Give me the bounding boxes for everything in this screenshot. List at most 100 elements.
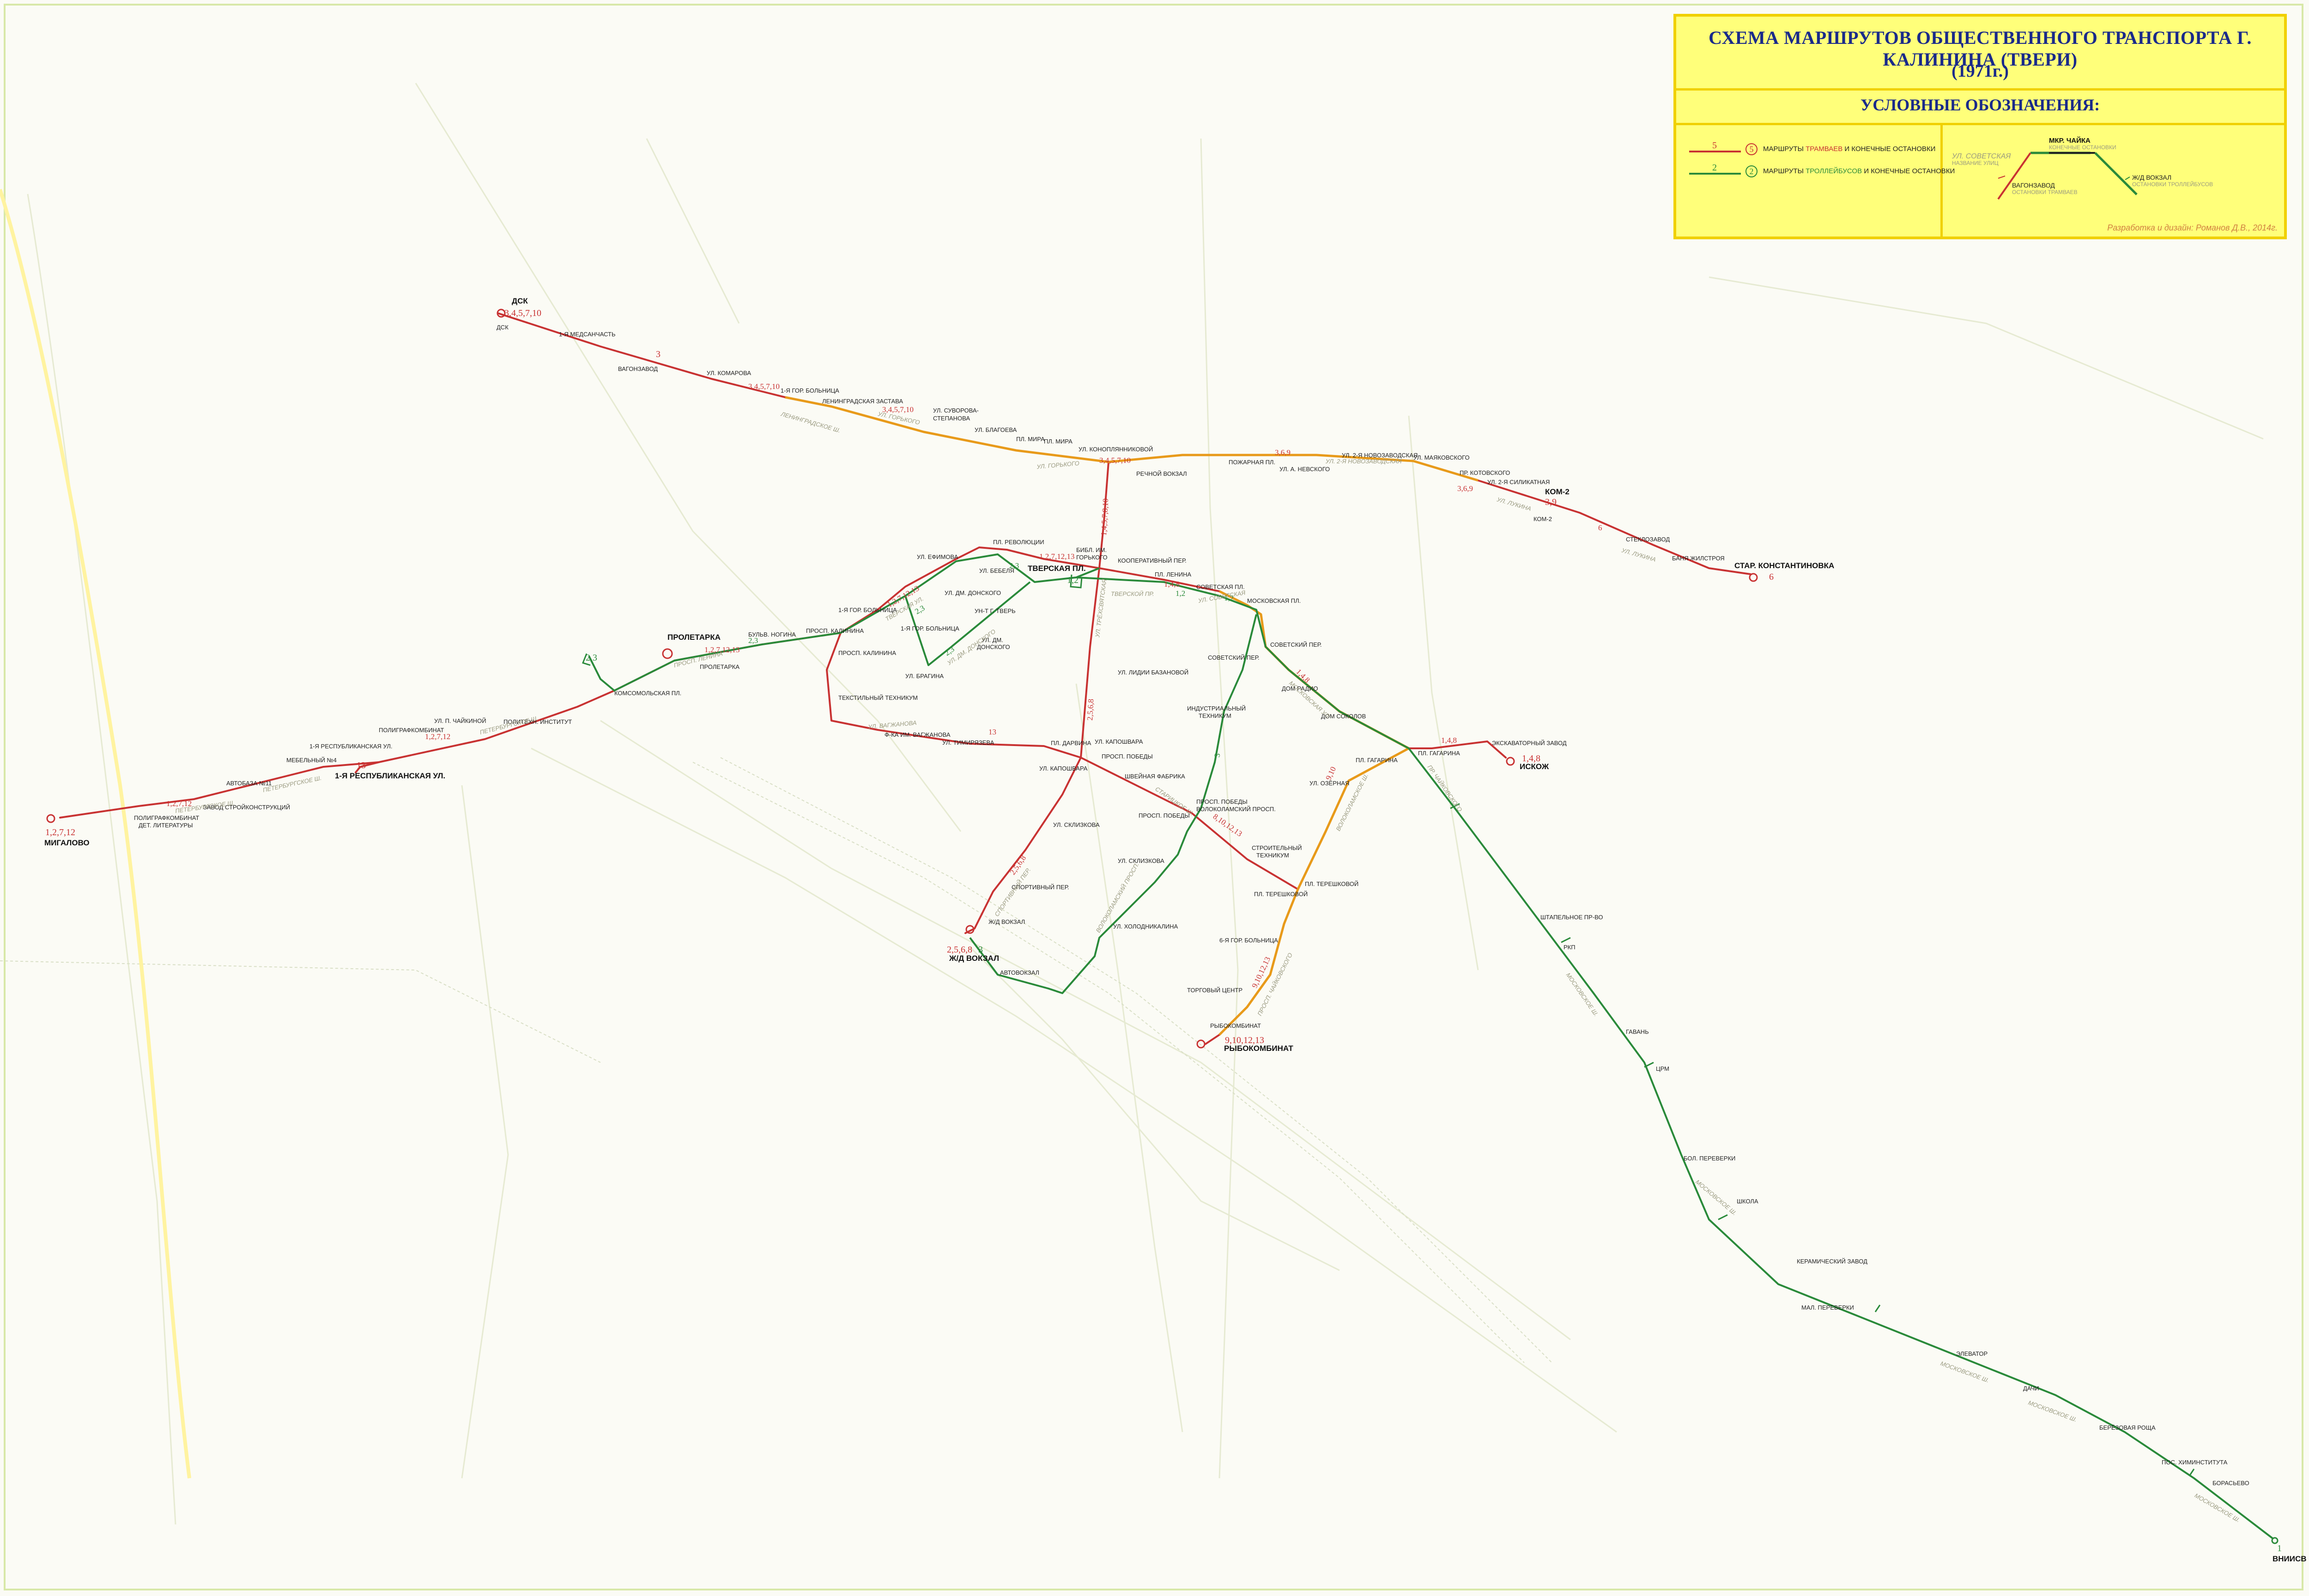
stop-label: ДОНСКОГО [977,643,1010,650]
example-trolley-line [2094,152,2138,195]
stop-label: ТЕКСТИЛЬНЫЙ ТЕХНИКУМ [838,694,918,701]
background-streets [27,83,2264,1525]
stop-labels: 1-Я МЕДСАНЧАСТЬ ВАГОНЗАВОД УЛ. КОМАРОВА … [134,331,2249,1487]
stop-label: УЛ. СКЛИЗКОВА [1053,821,1100,828]
terminal-label: КОМ-2 [1545,487,1570,496]
stop-label: ВОЛОКОЛАМСКИЙ ПРОСП. [1196,806,1276,813]
trolley-route-number: 2 [1712,163,1717,173]
route-label: 1,4,5,7,8,10 [1099,498,1110,536]
stop-label: УЛ. ТИМИРЯЗЕВА [942,739,994,746]
terminal-routes: 3,9 [1545,497,1557,507]
stop-label: УЛ. П. ЧАЙКИНОЙ [434,717,486,724]
route-label: 9,10 [1324,765,1338,782]
stop-label: ШТАПЕЛЬНОЕ ПР-ВО [1540,914,1603,921]
street-label: УЛ. ГОРЬКОГО [1036,460,1079,470]
stop-label: МАЛ. ПЕРЕВЕРКИ [1801,1304,1854,1311]
trolley-lines [588,553,2273,1539]
street-label: УЛ. ВАГЖАНОВА [867,719,917,730]
route-label: 3 [1212,752,1222,758]
terminal-routes: 6 [1769,572,1774,582]
stop-label: СОВЕТСКИЙ ПЕР. [1270,641,1322,648]
stop-label: ПРОСП. ПОБЕДЫ [1102,753,1153,760]
street-label: УЛ. ЛУКИНА [1496,496,1532,512]
transit-map: 1-Я МЕДСАНЧАСТЬ ВАГОНЗАВОД УЛ. КОМАРОВА … [0,83,2307,1563]
street-label: ЛЕНИНГРАДСКОЕ Ш. [780,410,841,434]
legend-text: МАРШРУТЫ [1763,145,1806,153]
stop-label: УЛ. БЛАГОЕВА [975,426,1017,433]
stop-ticks [1450,803,2195,1476]
stop-label: 1-Я МЕДСАНЧАСТЬ [559,331,616,338]
stop-label: КЕРАМИЧЕСКИЙ ЗАВОД [1797,1258,1867,1265]
stop-label: УЛ. СКЛИЗКОВА [1118,857,1164,864]
stop-label: ПЛ. ТЕРЕШКОВОЙ [1254,891,1308,898]
route-label: 2,3 [748,636,758,645]
terminal-routes: 2,5,6,8 [947,945,972,955]
terminal-label: ВНИИСВ [2273,1554,2307,1563]
stop-label: УЛ. ДМ. ДОНСКОГО [945,589,1001,596]
stop-label: ГАВАНЬ [1626,1028,1649,1035]
legend-trolley-text: МАРШРУТЫ ТРОЛЛЕЙБУСОВ И КОНЕЧНЫЕ ОСТАНОВ… [1763,167,1955,175]
street-label: ТВЕРСКОЙ ПР. [1111,590,1154,597]
legend-panel: СХЕМА МАРШРУТОВ ОБЩЕСТВЕННОГО ТРАНСПОРТА… [1673,14,2287,239]
stop-label: УЛ. СУВОРОВА- [933,407,979,414]
stop-label: УЛ. ХОЛОДНИКАЛИНА [1113,923,1178,930]
stop-label: ПЛ. ГАГАРИНА [1356,757,1398,764]
example-trolley-stop: Ж/Д ВОКЗАЛ [2132,174,2171,181]
stop-label: РКП [1564,944,1576,951]
route-label: 1,2,7,12 [425,732,450,741]
terminal-routes: 2,3 [586,653,597,663]
stop-label: ТЕХНИКУМ [1256,852,1289,859]
stop-label: 1-Я ГОР. БОЛЬНИЦА [781,387,839,394]
stop-label: ТОРГОВЫЙ ЦЕНТР [1187,987,1242,994]
stop-label: УЛ. КОНОПЛЯННИКОВОЙ [1079,446,1153,453]
tram-route-number: 5 [1712,140,1717,151]
legend-credit: Разработка и дизайн: Романов Д.В., 2014г… [2107,223,2278,232]
route-label: 3,4,5,7,10 [748,382,780,391]
terminal-routes: 3 [978,945,983,955]
stop-label: РЫБОКОМБИНАТ [1210,1022,1261,1029]
route-label: 3,6,9 [1457,484,1473,493]
example-terminal-label: МКР. ЧАЙКА [2049,136,2091,145]
stop-label: 1-Я РЕСПУБЛИКАНСКАЯ УЛ. [309,743,393,750]
example-street-label: УЛ. СОВЕТСКАЯ [1951,152,2011,160]
stop-label: ШКОЛА [1737,1198,1758,1205]
stop-label: ГОРЬКОГО [1076,554,1108,561]
terminal-routes: 1 [2277,1543,2282,1554]
stop-label: ЭЛЕВАТОР [1956,1350,1988,1357]
stop-label: ИНДУСТРИАЛЬНЫЙ [1187,705,1246,712]
stop-label: ШВЕЙНАЯ ФАБРИКА [1125,773,1185,780]
stop-label: АВТОБАЗА №11 [226,780,272,787]
stop-label: ЭКСКАВАТОРНЫЙ ЗАВОД [1492,740,1567,746]
stop-label: СОВЕТСКАЯ ПЛ. [1196,583,1245,590]
legend-text: И КОНЕЧНЫЕ ОСТАНОВКИ [1862,167,1955,175]
stop-label: 6-Я ГОР. БОЛЬНИЦА [1219,937,1278,944]
stop-label: ПРОСП. КАЛИНИНА [838,649,896,656]
example-terminal-sub: КОНЕЧНЫЕ ОСТАНОВКИ [2049,144,2116,151]
route-label: 9,10,12,13 [1250,955,1272,989]
legend-text: МАРШРУТЫ [1763,167,1806,175]
stop-label: КОМСОМОЛЬСКАЯ ПЛ. [614,690,681,697]
route-label: 1,4,8 [1164,580,1180,589]
stop-label: ДСК [497,324,509,331]
stop-label: ПЛ. МИРА [1044,438,1073,445]
stop-label: УЛ. КАПОШВАРА [1095,738,1143,745]
stop-label: УЛ. ЛИДИИ БАЗАНОВОЙ [1118,669,1188,676]
legend-heading: УСЛОВНЫЕ ОБОЗНАЧЕНИЯ: [1860,96,2100,114]
street-label: МОСКОВСКОЕ Ш. [1939,1360,1990,1384]
stop-label: ПЛ. ЛЕНИНА [1155,571,1191,578]
stop-label: ВАГОНЗАВОД [618,365,658,372]
stop-label: КООПЕРАТИВНЫЙ ПЕР. [1118,557,1187,564]
stop-label: БОРАСЬЕВО [2212,1480,2249,1487]
stop-label: СТЕКЛОЗАВОД [1626,536,1670,543]
terminal-label: Ж/Д ВОКЗАЛ [949,954,999,963]
map-year: (1971г.) [1951,61,2009,81]
route-label: 1,4,8 [1294,667,1311,684]
route-label: 1,2 [1176,589,1185,598]
stop-label: УЛ. ЕФИМОВА [917,553,958,560]
example-street-sub: НАЗВАНИЕ УЛИЦ [1952,160,1999,166]
example-trolley-stop-sub: ОСТАНОВКИ ТРОЛЛЕЙБУСОВ [2132,181,2213,188]
stop-label: ПОС. ХИМИНСТИТУТА [2162,1459,2228,1466]
route-label: 3,6,9 [1275,448,1291,457]
stop-label: БАНЯ ЖИЛСТРОЯ [1672,555,1725,562]
terminal-routes: 3,4,5,7,10 [504,308,541,318]
